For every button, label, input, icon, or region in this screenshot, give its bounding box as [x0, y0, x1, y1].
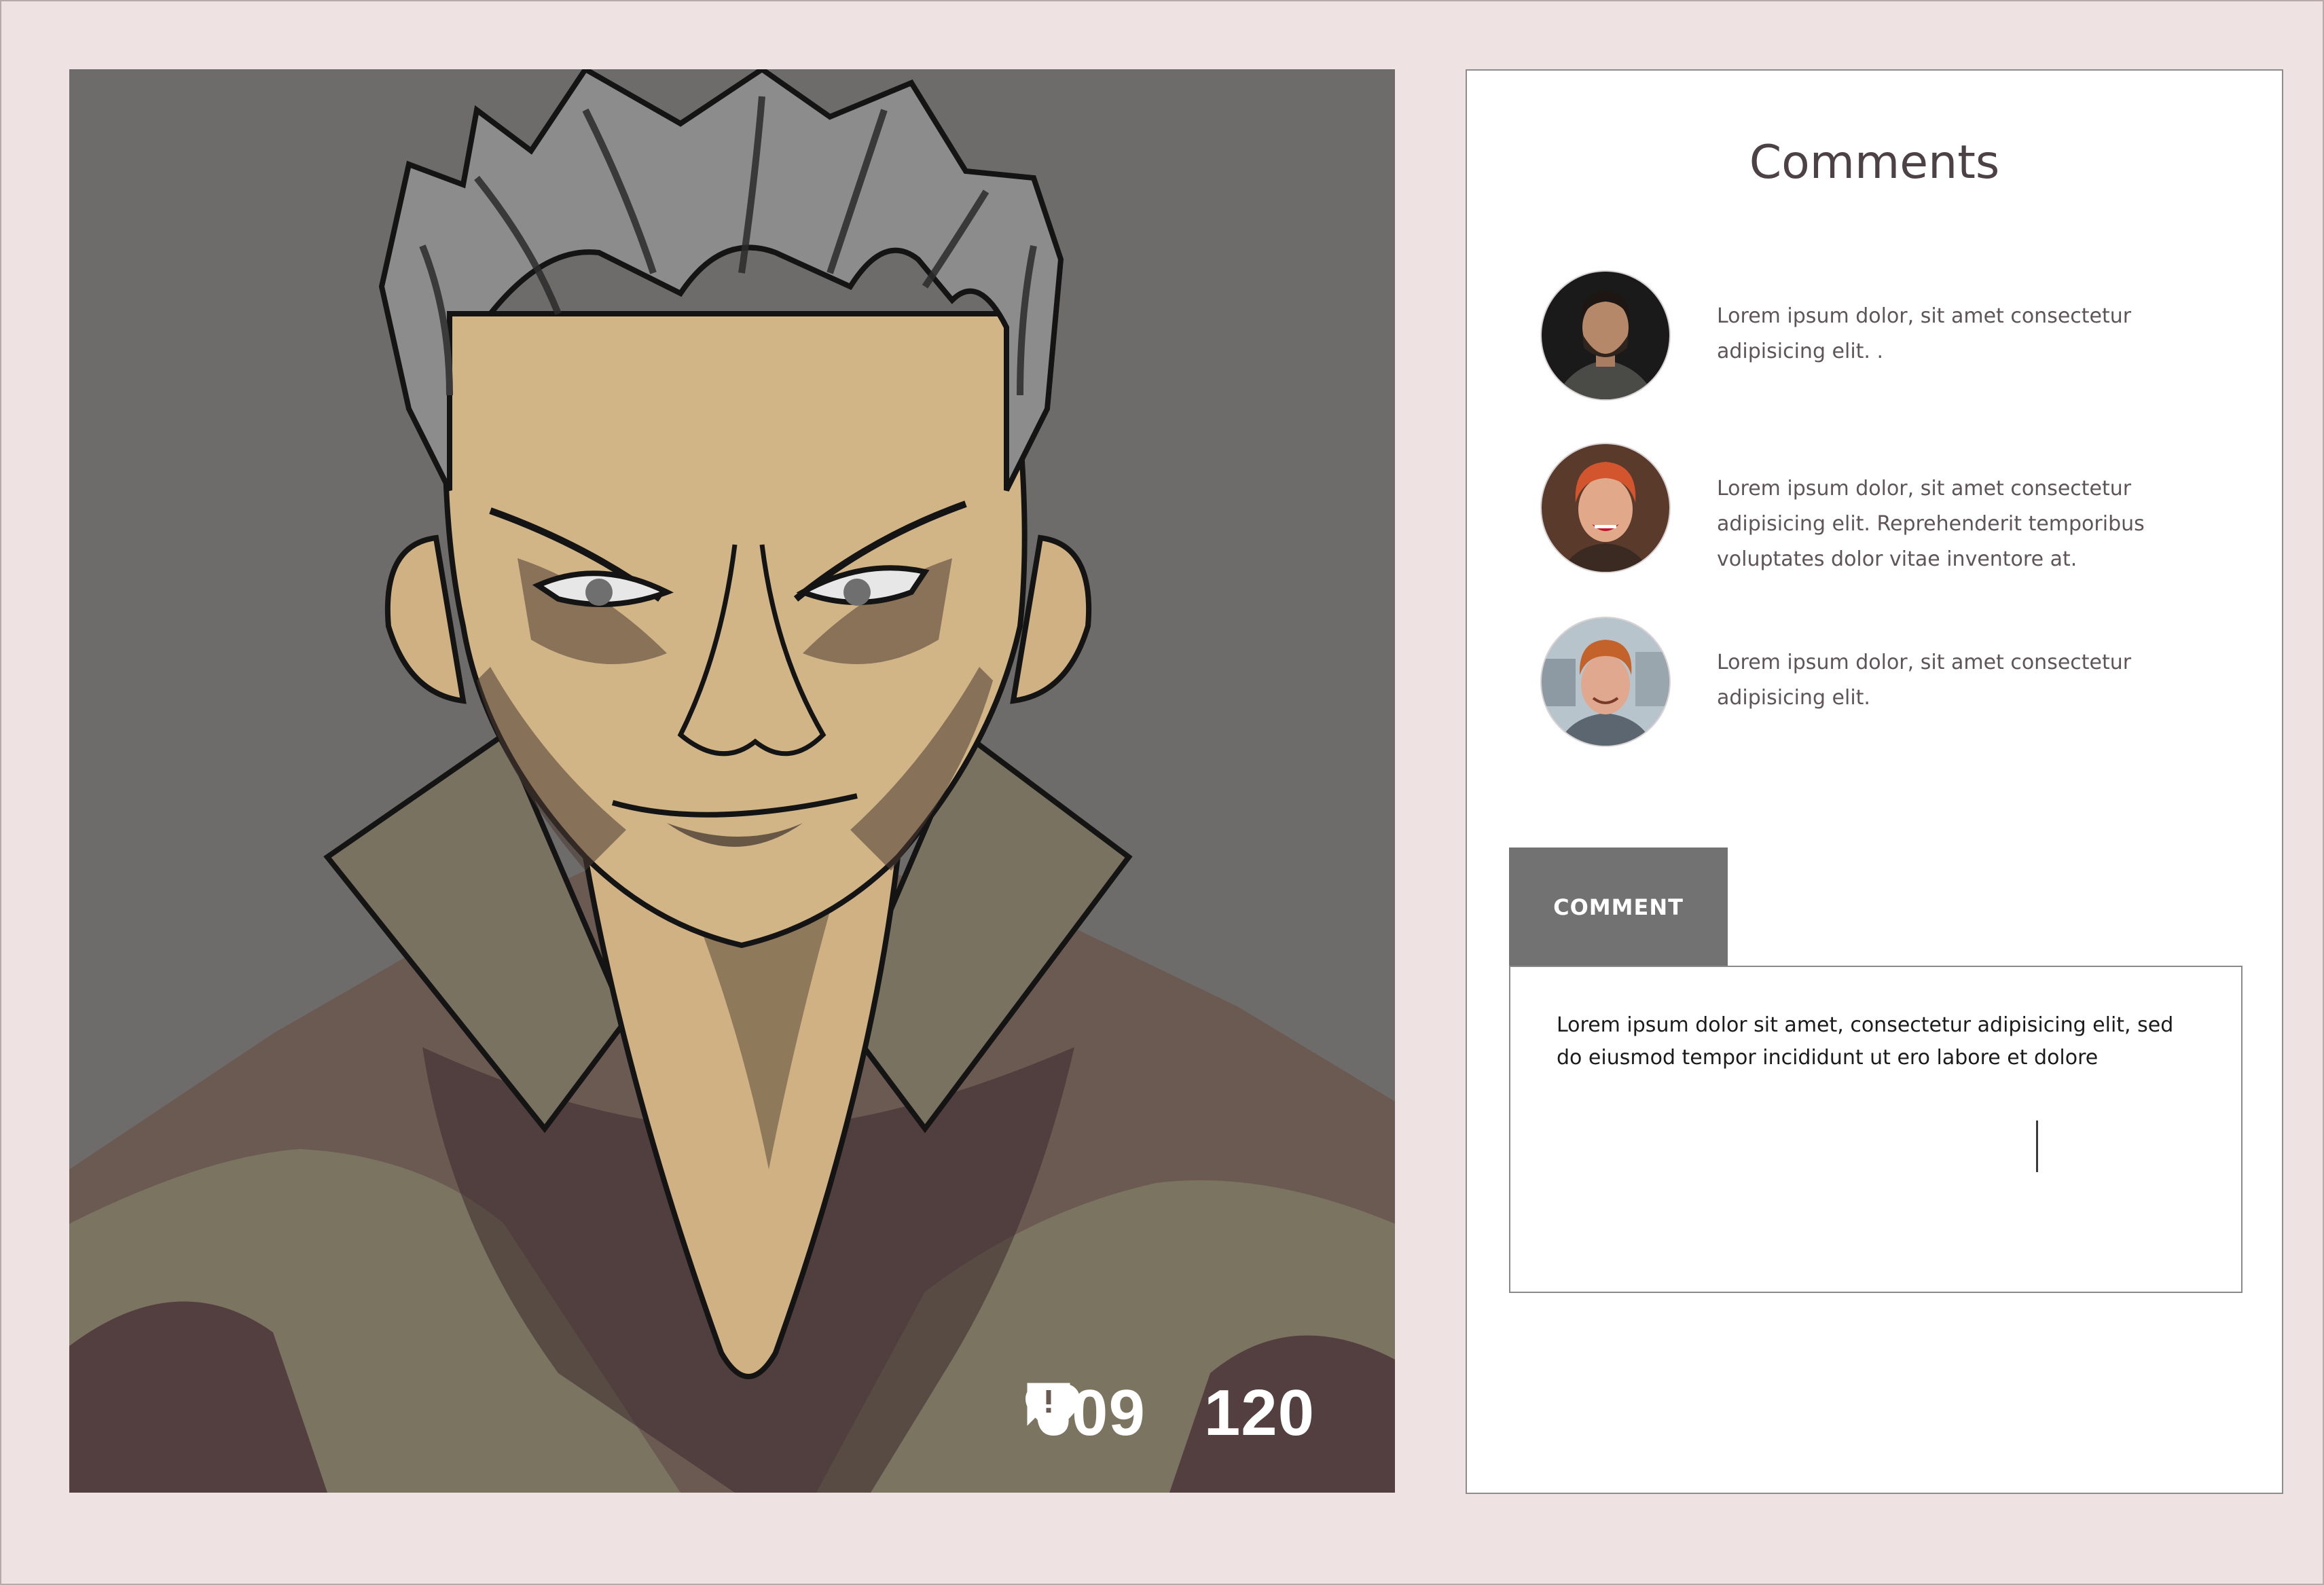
text-caret: [2036, 1121, 2038, 1172]
post-artwork[interactable]: 609 120: [69, 69, 1395, 1493]
comment-text: Lorem ipsum dolor, sit amet consectetur …: [1717, 651, 2132, 710]
comment-input-text: Lorem ipsum dolor sit amet, consectetur …: [1557, 1013, 2174, 1070]
comment-item: Lorem ipsum dolor, sit amet consectetur …: [1542, 272, 2221, 399]
comment-text: Lorem ipsum dolor, sit amet consectetur …: [1717, 477, 2145, 571]
panel-title: Comments: [1749, 136, 2000, 189]
post-stats: 609 120: [1020, 1376, 1315, 1451]
red-hair-woman-avatar[interactable]: [1542, 444, 1669, 572]
comment-item: Lorem ipsum dolor, sit amet consectetur …: [1542, 444, 2221, 577]
man-beard-avatar[interactable]: [1542, 272, 1669, 399]
illustration: [69, 69, 1395, 1493]
comment-tab[interactable]: COMMENT: [1509, 848, 1728, 967]
comment-input[interactable]: Lorem ipsum dolor sit amet, consectetur …: [1509, 966, 2243, 1293]
comments-panel: Comments Lorem ipsum dolor, sit amet con…: [1466, 69, 2283, 1494]
ginger-man-avatar[interactable]: [1542, 618, 1669, 746]
comments-count: 120: [1203, 1377, 1315, 1449]
comment-text: Lorem ipsum dolor, sit amet consectetur …: [1717, 304, 2132, 363]
comment-item: Lorem ipsum dolor, sit amet consectetur …: [1542, 618, 2221, 746]
